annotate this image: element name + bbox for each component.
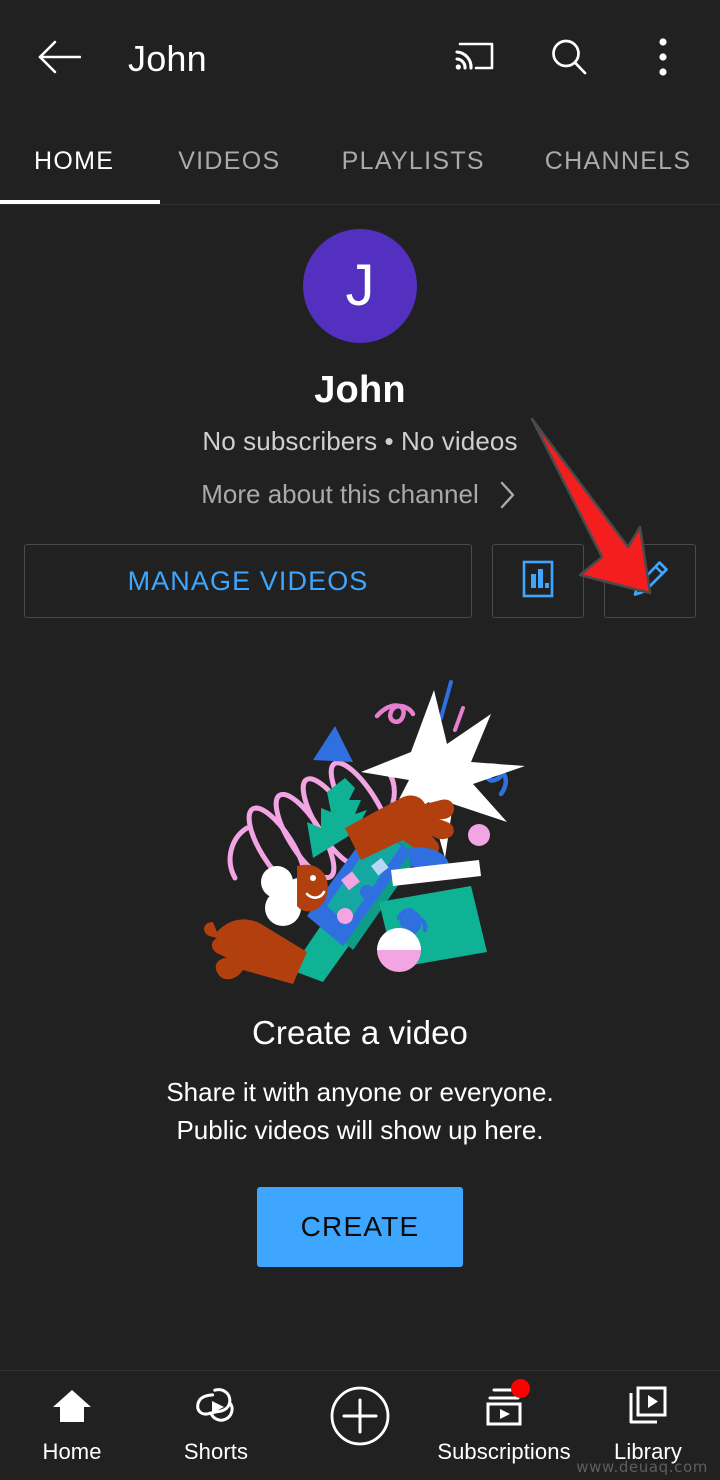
overflow-menu-button[interactable]	[638, 34, 688, 84]
pencil-edit-icon	[629, 558, 671, 605]
manage-videos-button[interactable]: MANAGE VIDEOS	[24, 544, 472, 618]
empty-state-subtitle-line2: Public videos will show up here.	[176, 1114, 544, 1145]
empty-state: Create a video Share it with anyone or e…	[0, 618, 720, 1370]
watermark: www.deuaq.com	[576, 1458, 708, 1476]
nav-label-shorts: Shorts	[183, 1439, 249, 1464]
avatar[interactable]: J	[303, 229, 417, 343]
tab-videos[interactable]: VIDEOS	[148, 118, 310, 204]
more-about-channel-link[interactable]: More about this channel	[201, 479, 519, 510]
nav-label-home: Home	[42, 1439, 102, 1464]
page-title: John	[128, 38, 207, 79]
shorts-icon	[192, 1383, 240, 1429]
cast-icon	[454, 39, 496, 80]
nav-item-home[interactable]: Home	[0, 1383, 144, 1465]
channel-name: John	[314, 369, 406, 411]
app-bar: John	[0, 0, 720, 118]
nav-item-shorts[interactable]: Shorts	[144, 1383, 288, 1465]
bottom-navigation: Home Shorts Subscriptions Library www.de…	[0, 1370, 720, 1480]
plus-circle-icon	[327, 1383, 393, 1449]
empty-state-title: Create a video	[251, 1014, 469, 1051]
chevron-right-icon	[497, 480, 519, 510]
back-button[interactable]	[30, 30, 88, 88]
empty-state-subtitle: Share it with anyone or everyone. Public…	[166, 1074, 553, 1149]
empty-state-subtitle-line1: Share it with anyone or everyone.	[166, 1077, 554, 1107]
subscriptions-icon	[480, 1379, 530, 1429]
analytics-button[interactable]	[492, 544, 584, 618]
cast-button[interactable]	[450, 34, 500, 84]
search-icon	[548, 36, 590, 83]
arrow-left-icon	[37, 40, 82, 79]
more-about-channel-label: More about this channel	[201, 479, 479, 509]
create-a-video-illustration	[195, 670, 525, 990]
channel-tabs: HOME VIDEOS PLAYLISTS CHANNELS	[0, 118, 720, 204]
search-button[interactable]	[544, 34, 594, 84]
channel-actions: MANAGE VIDEOS	[0, 510, 720, 618]
tab-playlists[interactable]: PLAYLISTS	[310, 118, 516, 204]
avatar-initial: J	[345, 253, 375, 318]
create-button[interactable]: CREATE	[256, 1187, 464, 1268]
channel-header: J John No subscribers • No videos More a…	[0, 205, 720, 510]
tab-channels[interactable]: CHANNELS	[516, 118, 720, 204]
more-vertical-icon	[657, 36, 669, 83]
edit-channel-button[interactable]	[604, 544, 696, 618]
subscriptions-badge-dot	[511, 1379, 530, 1398]
youtube-channel-screen: John HOME VIDEOS PLAYLISTS CHANNELS J Jo…	[0, 0, 720, 1480]
tab-active-indicator	[0, 200, 160, 204]
channel-stats: No subscribers • No videos	[202, 426, 518, 456]
app-bar-actions	[450, 34, 688, 84]
library-icon	[624, 1383, 672, 1429]
nav-item-library[interactable]: Library	[576, 1383, 720, 1465]
nav-item-create[interactable]	[288, 1383, 432, 1459]
nav-label-subscriptions: Subscriptions	[437, 1439, 571, 1464]
home-icon	[48, 1383, 96, 1429]
nav-item-subscriptions[interactable]: Subscriptions	[432, 1379, 576, 1465]
tab-home[interactable]: HOME	[0, 118, 148, 204]
analytics-bar-chart-icon	[521, 559, 555, 604]
